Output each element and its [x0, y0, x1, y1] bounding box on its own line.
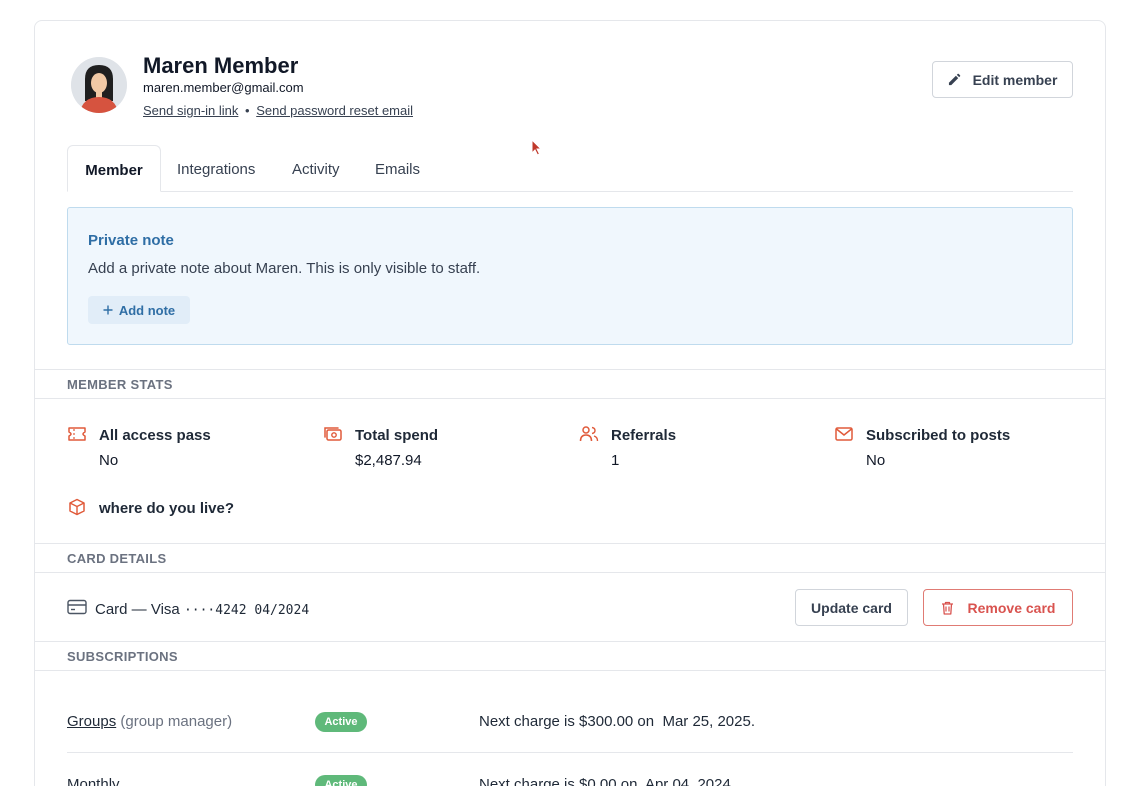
member-panel: Maren Member maren.member@gmail.com Send… — [34, 20, 1106, 786]
credit-card-icon — [67, 599, 87, 615]
subscriptions-header: SUBSCRIPTIONS — [35, 641, 1105, 671]
avatar-illustration — [71, 57, 127, 113]
add-note-label: Add note — [118, 302, 176, 318]
send-signin-link[interactable]: Send sign-in link — [143, 103, 238, 118]
member-action-links: Send sign-in link • Send password reset … — [143, 103, 413, 118]
subscription-link[interactable]: Groups — [67, 713, 116, 730]
member-stats-header: MEMBER STATS — [35, 369, 1105, 399]
edit-member-label: Edit member — [972, 71, 1058, 88]
stat-label: Referrals — [611, 427, 677, 444]
card-number-expiry: ····4242 04/2024 — [183, 603, 310, 618]
subscription-role: (group manager) — [120, 713, 233, 730]
member-name: Maren Member — [143, 53, 299, 78]
stat-value: No — [99, 452, 119, 469]
box-icon — [69, 498, 85, 516]
subscription-name: Groups (group manager) — [67, 713, 232, 730]
tab-integrations[interactable]: Integrations — [177, 145, 255, 192]
remove-card-label: Remove card — [967, 599, 1056, 616]
subscription-row: Groups (group manager) Active Next charg… — [67, 691, 1073, 753]
card-description: Card — Visa ····4242 04/2024 — [95, 601, 309, 618]
send-password-reset-link[interactable]: Send password reset email — [256, 103, 413, 118]
edit-member-button[interactable]: Edit member — [932, 61, 1073, 98]
remove-card-button[interactable]: Remove card — [923, 589, 1073, 626]
pencil-icon — [948, 73, 960, 86]
tab-activity[interactable]: Activity — [292, 145, 340, 192]
update-card-button[interactable]: Update card — [795, 589, 908, 626]
subscription-name: Monthly — [67, 776, 120, 786]
envelope-icon — [835, 427, 853, 441]
subscription-link[interactable]: Monthly — [67, 776, 120, 786]
member-email: maren.member@gmail.com — [143, 80, 304, 95]
add-note-button[interactable]: Add note — [88, 296, 190, 324]
avatar — [71, 57, 127, 113]
member-tabs: Member Integrations Activity Emails — [67, 145, 1073, 192]
plus-icon — [103, 305, 113, 315]
next-charge: Next charge is $0.00 on Apr 04, 2024. — [479, 776, 736, 786]
users-icon — [579, 426, 599, 442]
link-separator: • — [245, 103, 250, 118]
private-note-title: Private note — [88, 232, 174, 249]
stat-value: $2,487.94 — [355, 452, 422, 469]
mouse-cursor-icon — [531, 139, 542, 156]
status-badge: Active — [315, 712, 367, 732]
private-note-box: Private note Add a private note about Ma… — [67, 207, 1073, 345]
stat-value: No — [866, 452, 886, 469]
stat-value: 1 — [611, 452, 620, 469]
trash-icon — [941, 601, 953, 615]
private-note-description: Add a private note about Maren. This is … — [88, 260, 481, 277]
stat-label: All access pass — [99, 427, 211, 444]
tab-emails[interactable]: Emails — [375, 145, 420, 192]
subscription-row: Monthly Active Next charge is $0.00 on A… — [67, 754, 1073, 786]
status-badge: Active — [315, 775, 367, 786]
card-brand: Card — Visa — [95, 601, 180, 618]
next-charge: Next charge is $300.00 on Mar 25, 2025. — [479, 713, 756, 730]
tab-member[interactable]: Member — [67, 145, 161, 192]
stat-label: Total spend — [355, 427, 439, 444]
card-details-header: CARD DETAILS — [35, 543, 1105, 573]
stat-label: where do you live? — [99, 500, 235, 517]
ticket-icon — [68, 427, 86, 441]
stat-label: Subscribed to posts — [866, 427, 1011, 444]
money-icon — [324, 427, 342, 441]
